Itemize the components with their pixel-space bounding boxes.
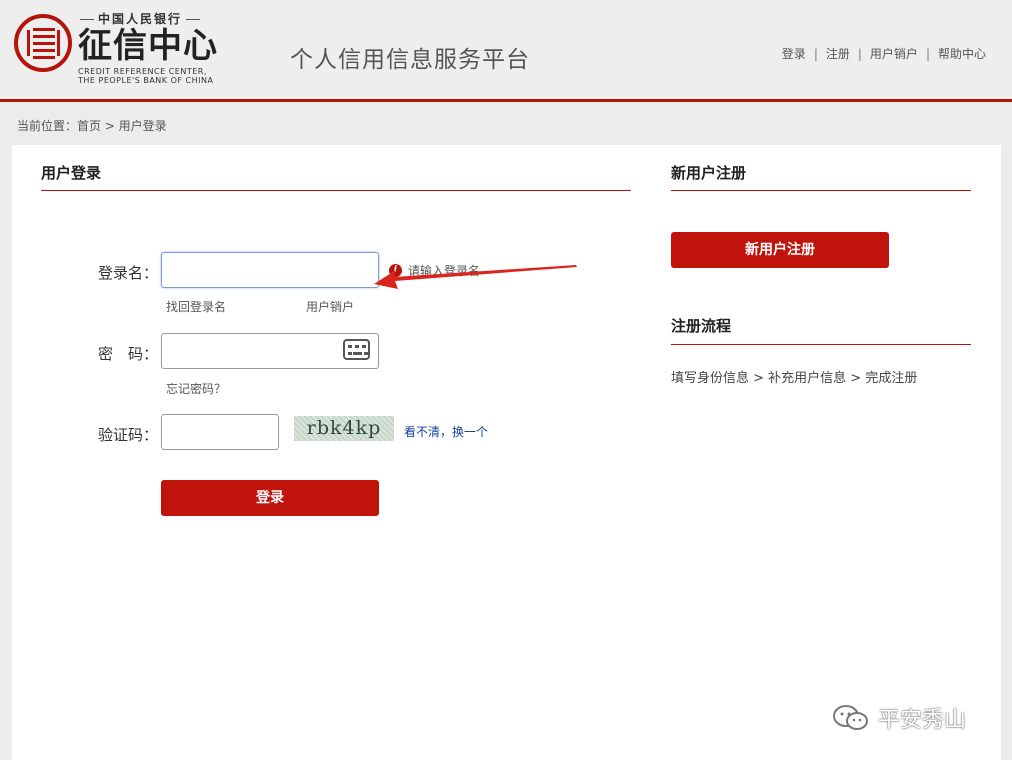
watermark-text: 平安秀山 <box>878 708 967 733</box>
captcha-image[interactable]: rbk4kp <box>294 416 394 441</box>
annotation-arrow-icon <box>374 265 577 289</box>
logo-bank-name: 中国人民银行 <box>76 10 204 27</box>
register-flow-title: 注册流程 <box>671 317 732 335</box>
retrieve-username-link[interactable]: 找回登录名 <box>166 298 226 315</box>
nav-login-link[interactable]: 登录 <box>782 45 806 62</box>
username-input[interactable] <box>161 252 379 288</box>
cancel-account-link[interactable]: 用户销户 <box>306 298 354 315</box>
password-label: 密 码： <box>97 345 158 363</box>
login-button[interactable]: 登录 <box>161 480 379 516</box>
site-header: 中国人民银行 征信中心 CREDIT REFERENCE CENTER, THE… <box>0 0 1012 102</box>
nav-separator: | <box>925 46 930 61</box>
captcha-input[interactable] <box>161 414 279 450</box>
captcha-label: 验证码： <box>97 426 158 444</box>
register-flow-steps: 填写身份信息 > 补充用户信息 > 完成注册 <box>671 371 918 386</box>
nav-separator: | <box>813 46 818 61</box>
register-flow-divider <box>671 344 971 345</box>
credit-center-seal-logo <box>14 14 72 72</box>
username-label: 登录名： <box>97 264 158 282</box>
virtual-keyboard-icon[interactable] <box>343 339 370 360</box>
logo-title: 征信中心 <box>78 26 218 66</box>
nav-help-link[interactable]: 帮助中心 <box>938 45 986 62</box>
login-section-title: 用户登录 <box>41 164 102 182</box>
nav-separator: | <box>857 46 862 61</box>
forgot-password-link[interactable]: 忘记密码？ <box>166 380 226 397</box>
watermark: 平安秀山 <box>832 702 966 734</box>
platform-title: 个人信用信息服务平台 <box>290 47 530 73</box>
captcha-refresh-link[interactable]: 看不清，换一个 <box>404 423 488 440</box>
breadcrumb: 当前位置：首页 > 用户登录 <box>17 119 167 133</box>
wechat-icon <box>833 705 868 730</box>
login-divider <box>41 190 631 191</box>
logo-english-line2: THE PEOPLE'S BANK OF CHINA <box>78 76 214 85</box>
new-user-register-button[interactable]: 新用户注册 <box>671 232 889 268</box>
nav-cancel-account-link[interactable]: 用户销户 <box>870 45 918 62</box>
top-nav: 登录 | 注册 | 用户销户 | 帮助中心 <box>782 45 986 62</box>
register-divider <box>671 190 971 191</box>
logo-english-line1: CREDIT REFERENCE CENTER, <box>78 67 207 76</box>
register-section-title: 新用户注册 <box>671 164 747 182</box>
nav-register-link[interactable]: 注册 <box>826 45 850 62</box>
